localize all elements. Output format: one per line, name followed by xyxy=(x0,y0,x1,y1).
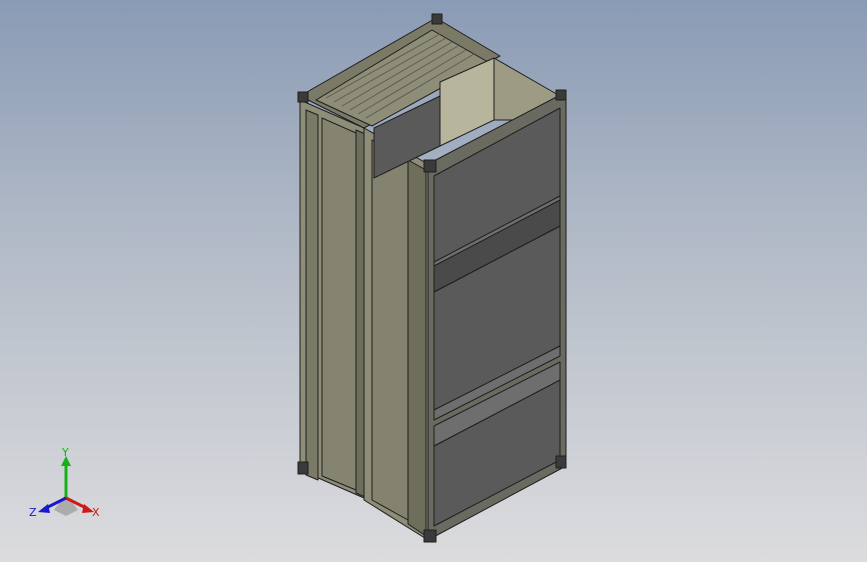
corner-casting-top-left xyxy=(297,91,309,103)
z-axis-label: Z xyxy=(29,506,37,519)
y-axis-label: Y xyxy=(61,446,69,459)
z-axis-arrow-icon xyxy=(38,504,50,513)
left-side-recess-2 xyxy=(321,117,357,491)
left-side-recess-1 xyxy=(305,109,319,481)
x-axis-label: X xyxy=(92,506,100,519)
front-left-recess xyxy=(371,139,409,521)
corner-casting-bottom-right xyxy=(555,455,567,469)
cabinet-model[interactable] xyxy=(297,13,567,543)
corner-casting-top-front xyxy=(423,159,437,173)
front-left-post xyxy=(407,159,427,537)
corner-casting-top-right xyxy=(555,89,567,101)
corner-casting-top-back xyxy=(431,13,443,25)
corner-casting-bottom-left xyxy=(297,461,309,475)
orientation-triad[interactable]: Y X Z xyxy=(26,446,106,526)
corner-casting-bottom-front xyxy=(423,529,437,543)
3d-viewport[interactable] xyxy=(0,0,867,562)
